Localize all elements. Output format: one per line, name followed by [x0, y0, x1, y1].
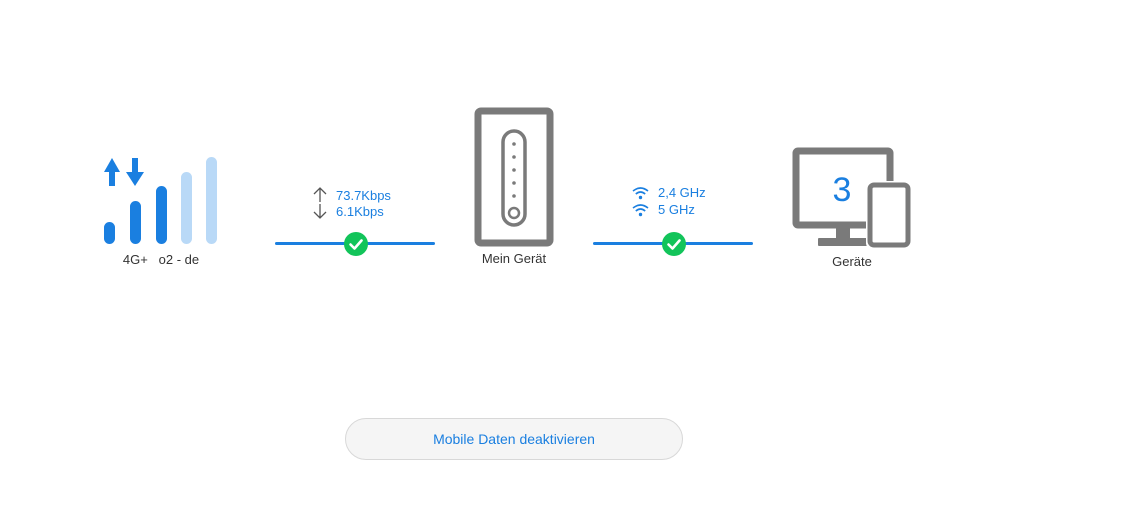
signal-bar-2: [130, 201, 141, 244]
wifi-band-1-row: 2,4 GHz: [632, 185, 706, 200]
device-count: 3: [832, 171, 852, 209]
wifi-icon: [632, 186, 649, 199]
disable-mobile-data-button[interactable]: Mobile Daten deaktivieren: [345, 418, 683, 460]
router-icon: [474, 107, 554, 247]
upload-arrow-icon: [313, 187, 327, 202]
download-speed: 6.1Kbps: [336, 203, 384, 219]
wifi-icon: [632, 203, 649, 216]
network-label: 4G+ o2 - de: [106, 252, 216, 267]
data-transfer-icon: [104, 158, 144, 186]
speed-indicator: 73.7Kbps 6.1Kbps: [312, 187, 391, 219]
wifi-band-2: 5 GHz: [658, 202, 695, 217]
network-provider: o2 - de: [158, 252, 200, 267]
signal-bar-1: [104, 222, 115, 244]
wifi-band-1: 2,4 GHz: [658, 185, 706, 200]
signal-strength-icon: [104, 157, 217, 244]
router-label: Mein Gerät: [481, 251, 547, 266]
network-type: 4G+: [122, 252, 148, 267]
upload-speed: 73.7Kbps: [336, 187, 391, 203]
wifi-bands: 2,4 GHz 5 GHz: [632, 185, 706, 217]
upload-speed-row: 73.7Kbps: [312, 187, 391, 203]
download-arrow-icon: [313, 204, 327, 219]
signal-bar-3: [156, 186, 167, 244]
wan-connected-check-icon: [344, 232, 368, 256]
wifi-connected-check-icon: [662, 232, 686, 256]
devices-label: Geräte: [832, 254, 872, 269]
download-speed-row: 6.1Kbps: [312, 203, 391, 219]
wifi-band-2-row: 5 GHz: [632, 202, 706, 217]
signal-bar-4: [181, 172, 192, 244]
signal-bar-5: [206, 157, 217, 244]
